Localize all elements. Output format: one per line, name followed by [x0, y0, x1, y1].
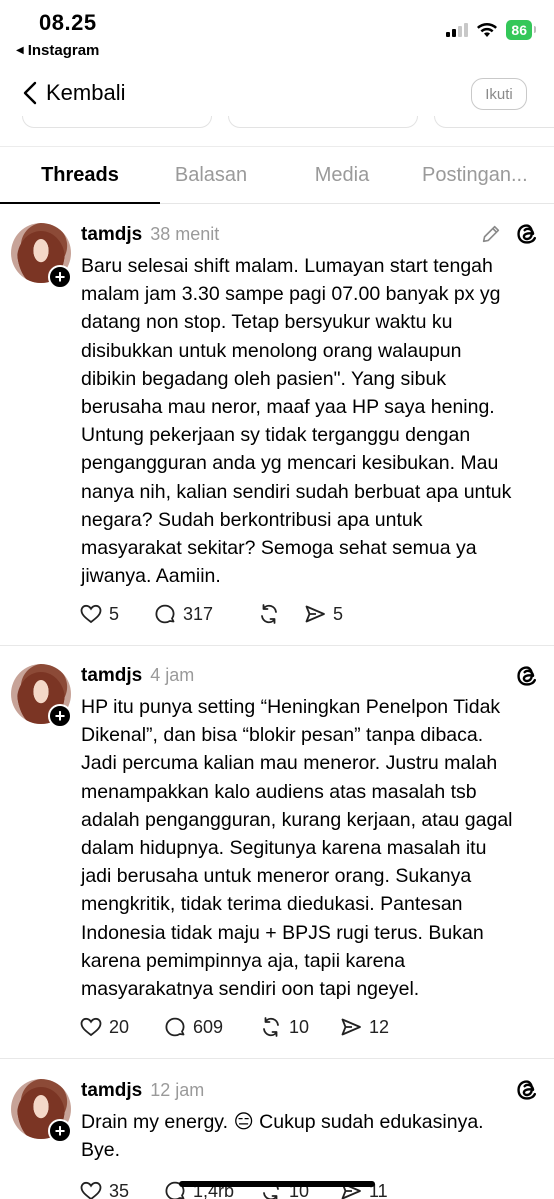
status-time: 08.25 [39, 10, 97, 35]
post-text: Baru selesai shift malam. Lumayan start … [81, 255, 512, 588]
post-meta: tamdjs 4 jam [81, 665, 194, 687]
edit-pencil-icon[interactable] [480, 223, 502, 245]
chevron-left-icon [23, 81, 37, 105]
reply-button[interactable]: 609 [163, 1015, 259, 1039]
post-age: 4 jam [150, 665, 195, 685]
reply-button[interactable]: 317 [153, 602, 257, 626]
heart-icon [80, 1017, 102, 1037]
reply-count: 609 [193, 1016, 224, 1037]
post-age: 38 menit [150, 224, 220, 244]
back-label: Kembali [46, 80, 126, 105]
send-icon [341, 1018, 361, 1036]
repost-button[interactable] [257, 602, 303, 626]
repost-icon [263, 1017, 279, 1037]
reply-count: 317 [183, 603, 214, 624]
like-button[interactable]: 20 [79, 1015, 163, 1039]
share-count: 12 [369, 1016, 390, 1037]
threads-logo-icon[interactable] [514, 663, 540, 689]
heart-icon [80, 1181, 102, 1199]
follow-plus-icon[interactable]: + [48, 265, 72, 289]
profile-buttons-row [0, 116, 554, 130]
send-icon [305, 605, 325, 623]
share-count: 5 [333, 603, 344, 624]
post-actions: 20 609 10 12 [79, 1015, 389, 1039]
heart-icon [80, 604, 102, 624]
tab-media[interactable]: Media [262, 147, 422, 203]
threads-logo-icon[interactable] [514, 1077, 540, 1103]
post-meta: tamdjs 12 jam [81, 1080, 204, 1102]
home-indicator[interactable] [179, 1181, 375, 1187]
post-text: HP itu punya setting “Heningkan Penelpon… [81, 696, 513, 1001]
status-bar: 08.25 ◀ Instagram 86 [0, 0, 554, 68]
battery-indicator: 86 [506, 20, 536, 40]
comment-icon [165, 1017, 185, 1037]
share-button[interactable]: 5 [303, 602, 343, 626]
back-to-app-link[interactable]: ◀ Instagram [16, 42, 99, 59]
tab-postingan[interactable]: Postingan... [422, 147, 554, 203]
profile-action-button[interactable] [228, 116, 418, 128]
post-meta: tamdjs 38 menit [81, 224, 219, 246]
username[interactable]: tamdjs [81, 1080, 142, 1102]
thread-post[interactable]: + tamdjs 38 menit Baru selesai shift mal… [0, 205, 554, 646]
cellular-signal-icon [446, 23, 469, 37]
back-button[interactable]: Kembali [22, 80, 125, 106]
tab-balasan[interactable]: Balasan [160, 147, 262, 203]
repost-icon [261, 604, 277, 624]
post-age: 12 jam [150, 1080, 205, 1100]
repost-button[interactable]: 10 [259, 1015, 339, 1039]
profile-action-button[interactable] [22, 116, 212, 128]
repost-count: 10 [289, 1016, 310, 1037]
threads-logo-icon[interactable] [514, 221, 540, 247]
status-indicators: 86 [446, 20, 536, 40]
wifi-icon [477, 23, 498, 37]
like-button[interactable]: 5 [79, 602, 153, 626]
profile-header: Kembali Ikuti [0, 70, 554, 120]
thread-post[interactable]: + tamdjs 4 jam HP itu punya setting “Hen… [0, 646, 554, 1059]
post-text: Drain my energy. 😑 Cukup sudah edukasiny… [81, 1111, 484, 1162]
profile-action-button[interactable] [434, 116, 554, 128]
profile-tabs: Threads Balasan Media Postingan... [0, 146, 554, 204]
comment-icon [155, 604, 175, 624]
thread-post[interactable]: + tamdjs 12 jam Drain my energy. 😑 Cukup… [0, 1059, 554, 1199]
tab-threads[interactable]: Threads [0, 147, 160, 204]
like-button[interactable]: 35 [79, 1179, 163, 1199]
like-count: 35 [109, 1180, 130, 1199]
back-triangle-icon: ◀ [16, 45, 24, 56]
share-button[interactable]: 12 [339, 1015, 389, 1039]
like-count: 5 [109, 603, 120, 624]
follow-plus-icon[interactable]: + [48, 1119, 72, 1143]
follow-plus-icon[interactable]: + [48, 704, 72, 728]
follow-button[interactable]: Ikuti [471, 78, 527, 110]
username[interactable]: tamdjs [81, 224, 142, 246]
post-actions: 5 317 5 [79, 602, 343, 626]
username[interactable]: tamdjs [81, 665, 142, 687]
like-count: 20 [109, 1016, 130, 1037]
back-app-label: Instagram [27, 42, 100, 59]
